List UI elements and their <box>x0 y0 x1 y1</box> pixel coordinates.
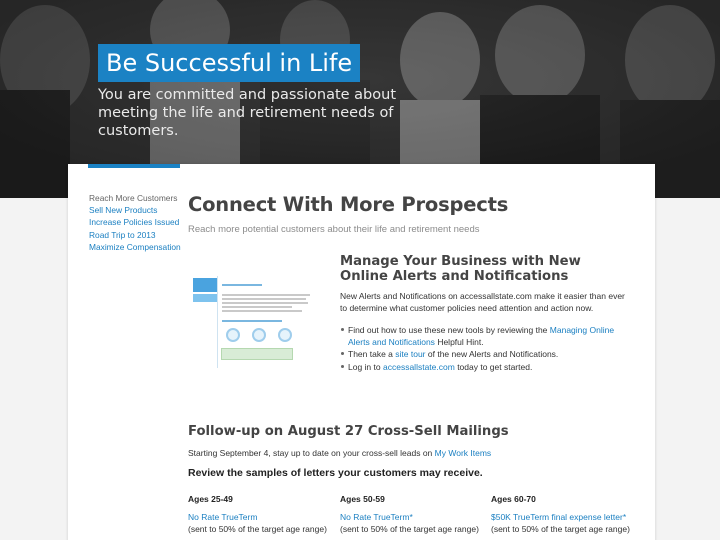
alerts-guide-thumbnail[interactable] <box>193 272 323 376</box>
site-tour-link[interactable]: site tour <box>395 349 425 359</box>
age-range-label: Ages 50-59 <box>340 494 385 504</box>
list-item: Log in to accessallstate.com today to ge… <box>340 361 630 373</box>
sidebar-item-increase-policies[interactable]: Increase Policies Issued <box>89 216 181 228</box>
alerts-bullet-list: Find out how to use these new tools by r… <box>340 324 630 373</box>
hero-subtitle: You are committed and passionate about m… <box>98 87 397 139</box>
sidebar-item-road-trip[interactable]: Road Trip to 2013 <box>89 229 181 241</box>
sidebar-item-active[interactable]: Reach More Customers <box>89 192 181 204</box>
panel-accent-bar <box>88 164 180 168</box>
letter-note: (sent to 50% of the target age range) <box>491 524 630 534</box>
followup-heading: Follow-up on August 27 Cross-Sell Mailin… <box>188 424 509 439</box>
page-intro: Reach more potential customers about the… <box>188 224 480 235</box>
letter-column: Ages 50-59 No Rate TrueTerm* (sent to 50… <box>340 493 480 536</box>
letter-link[interactable]: No Rate TrueTerm* <box>340 511 480 524</box>
followup-body: Starting September 4, stay up to date on… <box>188 448 492 458</box>
letter-column: Ages 25-49 No Rate TrueTerm (sent to 50%… <box>188 493 328 536</box>
letter-column: Ages 60-70 $50K TrueTerm final expense l… <box>491 493 631 536</box>
sidebar-item-maximize-compensation[interactable]: Maximize Compensation <box>89 241 181 253</box>
my-work-items-link[interactable]: My Work Items <box>435 448 492 458</box>
sidebar-item-sell-new-products[interactable]: Sell New Products <box>89 204 181 216</box>
letters-heading: Review the samples of letters your custo… <box>188 467 483 479</box>
accessallstate-link[interactable]: accessallstate.com <box>383 362 455 372</box>
list-item: Find out how to use these new tools by r… <box>340 324 630 348</box>
page-title: Connect With More Prospects <box>188 193 509 216</box>
sidebar-nav: Reach More Customers Sell New Products I… <box>89 192 181 253</box>
age-range-label: Ages 60-70 <box>491 494 536 504</box>
hero-title: Be Successful in Life <box>98 44 361 82</box>
letter-note: (sent to 50% of the target age range) <box>188 524 327 534</box>
letter-note: (sent to 50% of the target age range) <box>340 524 479 534</box>
age-range-label: Ages 25-49 <box>188 494 233 504</box>
alerts-body: New Alerts and Notifications on accessal… <box>340 291 625 314</box>
letter-link[interactable]: No Rate TrueTerm <box>188 511 328 524</box>
letter-link[interactable]: $50K TrueTerm final expense letter* <box>491 511 631 524</box>
alerts-heading: Manage Your Business with New Online Ale… <box>340 254 581 284</box>
list-item: Then take a site tour of the new Alerts … <box>340 348 630 360</box>
